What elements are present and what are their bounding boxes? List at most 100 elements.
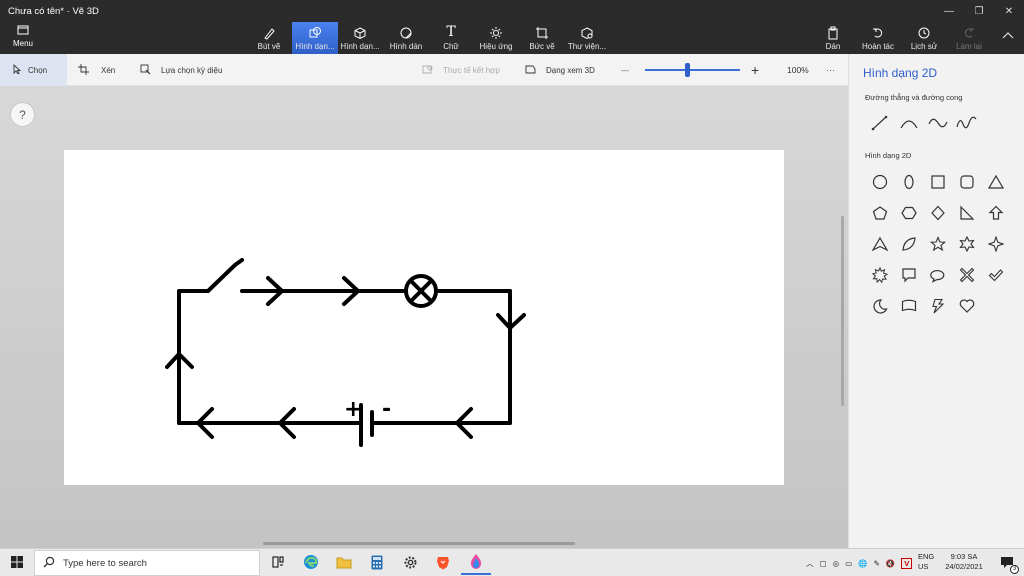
star-6-icon[interactable] <box>952 228 981 259</box>
speech-bubble-oval-icon[interactable] <box>923 259 952 290</box>
battery-icon[interactable]: ▭ <box>845 559 852 568</box>
calculator-icon <box>371 555 383 572</box>
diamond-icon[interactable] <box>923 197 952 228</box>
redo-icon <box>952 22 986 40</box>
network-icon[interactable]: 🌐 <box>858 559 867 568</box>
volume-mute-icon[interactable]: 🔇 <box>886 559 895 568</box>
wave-curve-icon[interactable] <box>952 110 981 136</box>
tool-brushes[interactable]: Bút vẽ <box>254 22 284 54</box>
checkmark-icon[interactable] <box>981 259 1010 290</box>
speech-bubble-rect-icon[interactable] <box>894 259 923 290</box>
history-button[interactable]: Lịch sử <box>908 22 940 54</box>
taskbar-app-settings[interactable] <box>395 551 425 575</box>
notification-badge: 3 <box>1010 564 1019 574</box>
tool-effects[interactable]: Hiệu ứng <box>476 22 516 54</box>
line-icon[interactable] <box>865 110 894 136</box>
lang-bottom: US <box>918 562 929 571</box>
hexagon-icon[interactable] <box>894 197 923 228</box>
sticker-icon <box>387 22 425 40</box>
zoom-slider-thumb[interactable] <box>685 63 691 77</box>
notification-center-button[interactable]: 3 <box>994 551 1020 575</box>
paint-3d-drop-icon <box>469 553 483 571</box>
zoom-slider-track[interactable] <box>645 69 740 71</box>
drawing-canvas[interactable]: + - <box>64 150 784 485</box>
tool-stickers[interactable]: Hình dán <box>387 22 425 54</box>
arrow-up-icon[interactable] <box>981 197 1010 228</box>
clock-date: 24/02/2021 <box>945 562 983 571</box>
menu-button[interactable]: Menu <box>6 24 40 52</box>
zoom-out-button[interactable]: — <box>621 54 629 86</box>
view-3d-button[interactable]: Dạng xem 3D <box>525 54 595 86</box>
clock-time: 9:03 SA <box>950 552 978 561</box>
x-mark-icon[interactable] <box>952 259 981 290</box>
canvas-icon <box>526 22 558 40</box>
tool-text[interactable]: T Chữ <box>437 22 465 54</box>
taskbar-app-brave[interactable] <box>428 551 458 575</box>
moon-icon[interactable] <box>865 290 894 321</box>
zoom-level[interactable]: 100% <box>787 54 809 86</box>
star-4-icon[interactable] <box>981 228 1010 259</box>
collapse-ribbon-icon[interactable] <box>1002 30 1014 42</box>
view-3d-label: Dạng xem 3D <box>546 65 595 75</box>
select-button[interactable]: Chọn <box>0 54 67 86</box>
switch <box>206 258 244 293</box>
rounded-square-icon[interactable] <box>952 166 981 197</box>
banner-icon[interactable] <box>894 290 923 321</box>
burst-icon[interactable] <box>865 259 894 290</box>
close-button[interactable]: ✕ <box>994 0 1024 22</box>
s-curve-icon[interactable] <box>923 110 952 136</box>
taskbar-search-box[interactable]: Type here to search <box>34 550 260 576</box>
tray-app-icon-2[interactable]: ◎ <box>833 559 840 568</box>
magic-select-label: Lựa chọn kỳ diệu <box>161 65 223 75</box>
zoom-in-button[interactable]: + <box>751 54 759 86</box>
paste-button[interactable]: Dán <box>822 22 844 54</box>
line-shapes-grid <box>865 110 981 136</box>
star-5-icon[interactable] <box>923 228 952 259</box>
pentagon-icon[interactable] <box>865 197 894 228</box>
pen-icon[interactable]: ✎ <box>874 559 880 568</box>
help-button[interactable]: ? <box>10 102 35 127</box>
leaf-icon[interactable] <box>894 228 923 259</box>
brush-icon <box>254 22 284 40</box>
tool-canvas[interactable]: Bức vẽ <box>526 22 558 54</box>
more-options-button[interactable]: ··· <box>826 54 835 86</box>
view-3d-icon <box>525 64 536 77</box>
task-view-icon <box>271 555 285 571</box>
square-icon[interactable] <box>923 166 952 197</box>
tool-label: Hình dạn... <box>295 42 335 51</box>
chevron-up-icon[interactable]: ︿ <box>806 558 814 569</box>
unikey-v-icon[interactable]: V <box>901 557 913 569</box>
magic-select-button[interactable]: Lựa chọn kỳ diệu <box>140 54 222 86</box>
heart-icon[interactable] <box>952 290 981 321</box>
vertical-scrollbar[interactable] <box>841 216 844 406</box>
tool-library[interactable]: Thư viện... <box>566 22 608 54</box>
clock[interactable]: 9:03 SA 24/02/2021 <box>936 552 992 572</box>
tool-2d-shapes[interactable]: Hình dạn... <box>292 22 338 54</box>
taskbar-app-explorer[interactable] <box>329 551 359 575</box>
circle-icon[interactable] <box>865 166 894 197</box>
workspace: ? + - <box>0 86 848 548</box>
lightning-icon[interactable] <box>923 290 952 321</box>
tool-3d-shapes[interactable]: Hình dạn... <box>340 22 380 54</box>
mixed-reality-button[interactable]: Thực tế kết hợp <box>422 54 500 86</box>
maximize-button[interactable]: ❐ <box>964 0 994 22</box>
start-button[interactable] <box>0 549 34 576</box>
ellipse-icon[interactable] <box>894 166 923 197</box>
title-ribbon-bar: Chưa có tên* · Vẽ 3D — ❐ ✕ Menu Bút vẽ H… <box>0 0 1024 54</box>
triangle-icon[interactable] <box>981 166 1010 197</box>
horizontal-scrollbar[interactable] <box>263 542 575 545</box>
undo-icon <box>860 22 896 40</box>
taskbar-app-calculator[interactable] <box>362 551 392 575</box>
minimize-button[interactable]: — <box>934 0 964 22</box>
taskbar-app-edge[interactable] <box>296 551 326 575</box>
undo-button[interactable]: Hoàn tác <box>860 22 896 54</box>
taskbar-app-paint-3d[interactable] <box>461 551 491 575</box>
arrowhead-icon[interactable] <box>865 228 894 259</box>
curve-icon[interactable] <box>894 110 923 136</box>
redo-button[interactable]: Làm lại <box>952 22 986 54</box>
tray-app-icon[interactable]: ▢ <box>820 559 827 568</box>
right-triangle-icon[interactable] <box>952 197 981 228</box>
input-language[interactable]: ENG US <box>918 552 934 572</box>
crop-button[interactable]: Xén <box>78 54 115 86</box>
task-view-button[interactable] <box>263 551 293 575</box>
